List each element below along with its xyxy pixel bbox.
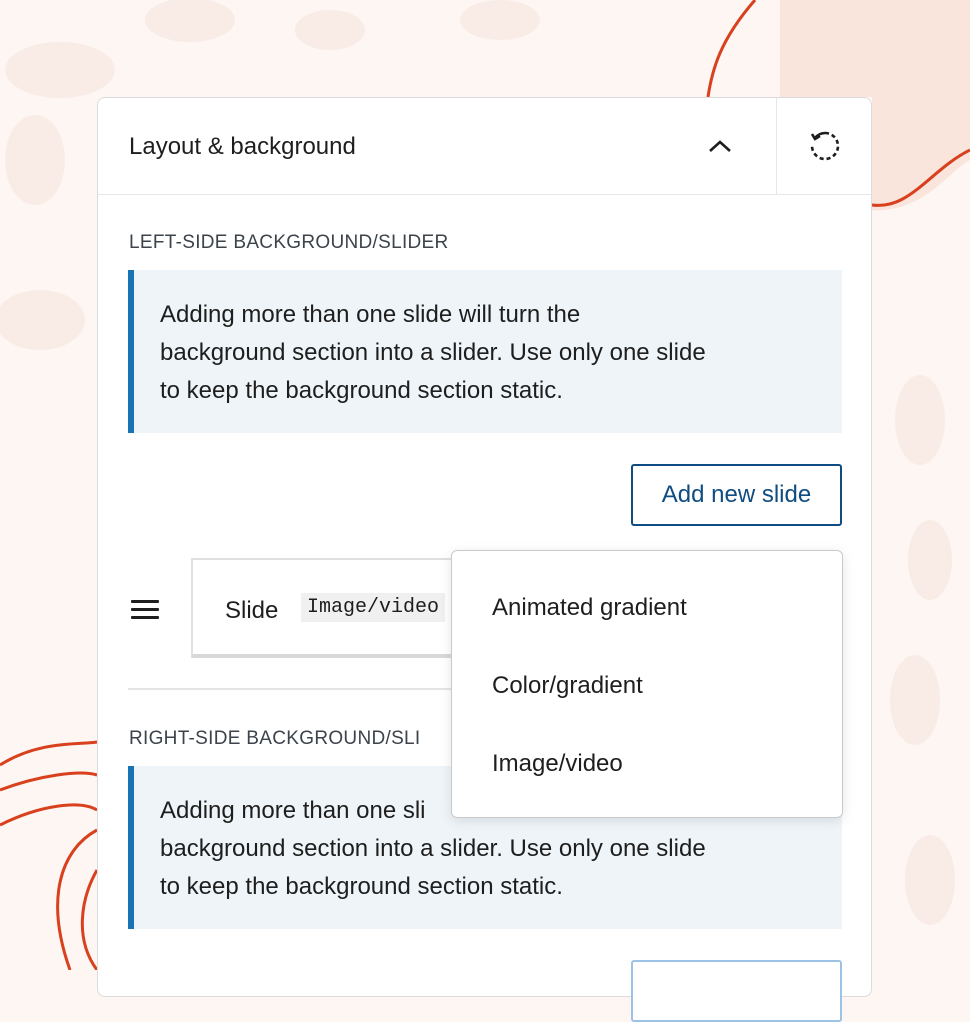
chevron-up-icon	[709, 140, 731, 152]
menu-item-animated-gradient[interactable]: Animated gradient	[452, 573, 842, 643]
notice-text: to keep the background section static.	[160, 873, 563, 900]
slide-label: Slide	[225, 597, 279, 624]
add-new-slide-button-right[interactable]	[631, 960, 842, 1022]
panel-title: Layout & background	[129, 133, 356, 160]
slide-type-badge: Image/video	[301, 593, 446, 622]
notice-text: to keep the background section static.	[160, 377, 563, 404]
left-notice: Adding more than one slide will turn the…	[128, 270, 842, 433]
notice-text: Adding more than one slide will turn the	[160, 301, 581, 328]
notice-text: background section into a slider. Use on…	[160, 339, 706, 366]
layout-background-panel: Layout & background LEFT-SIDE BACKGROUND…	[97, 97, 872, 1022]
add-new-slide-button[interactable]: Add new slide	[631, 464, 842, 526]
menu-item-image-video[interactable]: Image/video	[452, 729, 842, 799]
collapse-toggle-button[interactable]	[696, 122, 744, 170]
left-section-label: LEFT-SIDE BACKGROUND/SLIDER	[129, 232, 449, 253]
slide-type-dropdown-menu: Animated gradient Color/gradient Image/v…	[451, 550, 843, 818]
notice-text: background section into a slider. Use on…	[160, 835, 706, 862]
reset-icon	[810, 131, 839, 161]
drag-handle-icon[interactable]	[131, 600, 159, 622]
menu-item-color-gradient[interactable]: Color/gradient	[452, 651, 842, 721]
reset-button[interactable]	[776, 98, 872, 194]
panel-header[interactable]: Layout & background	[98, 98, 871, 195]
right-section-label: RIGHT-SIDE BACKGROUND/SLI	[129, 728, 421, 749]
